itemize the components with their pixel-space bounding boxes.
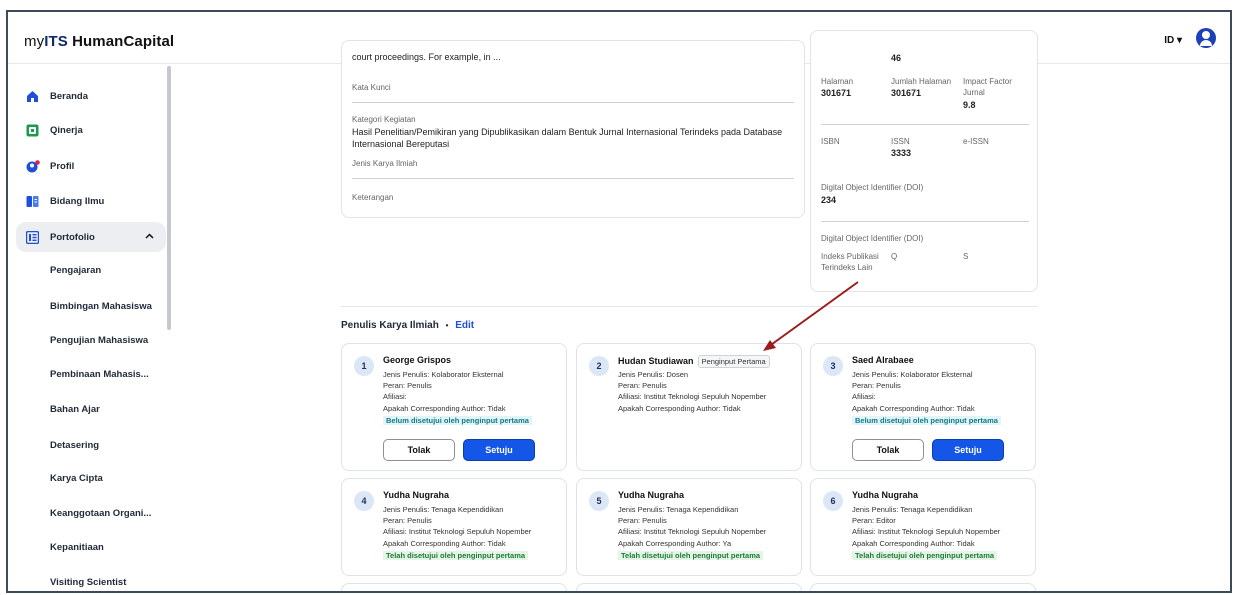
app-window: myITS HumanCapital ID ▾ Beranda Qinerja	[6, 10, 1232, 593]
annotation-arrow-icon	[763, 281, 859, 351]
